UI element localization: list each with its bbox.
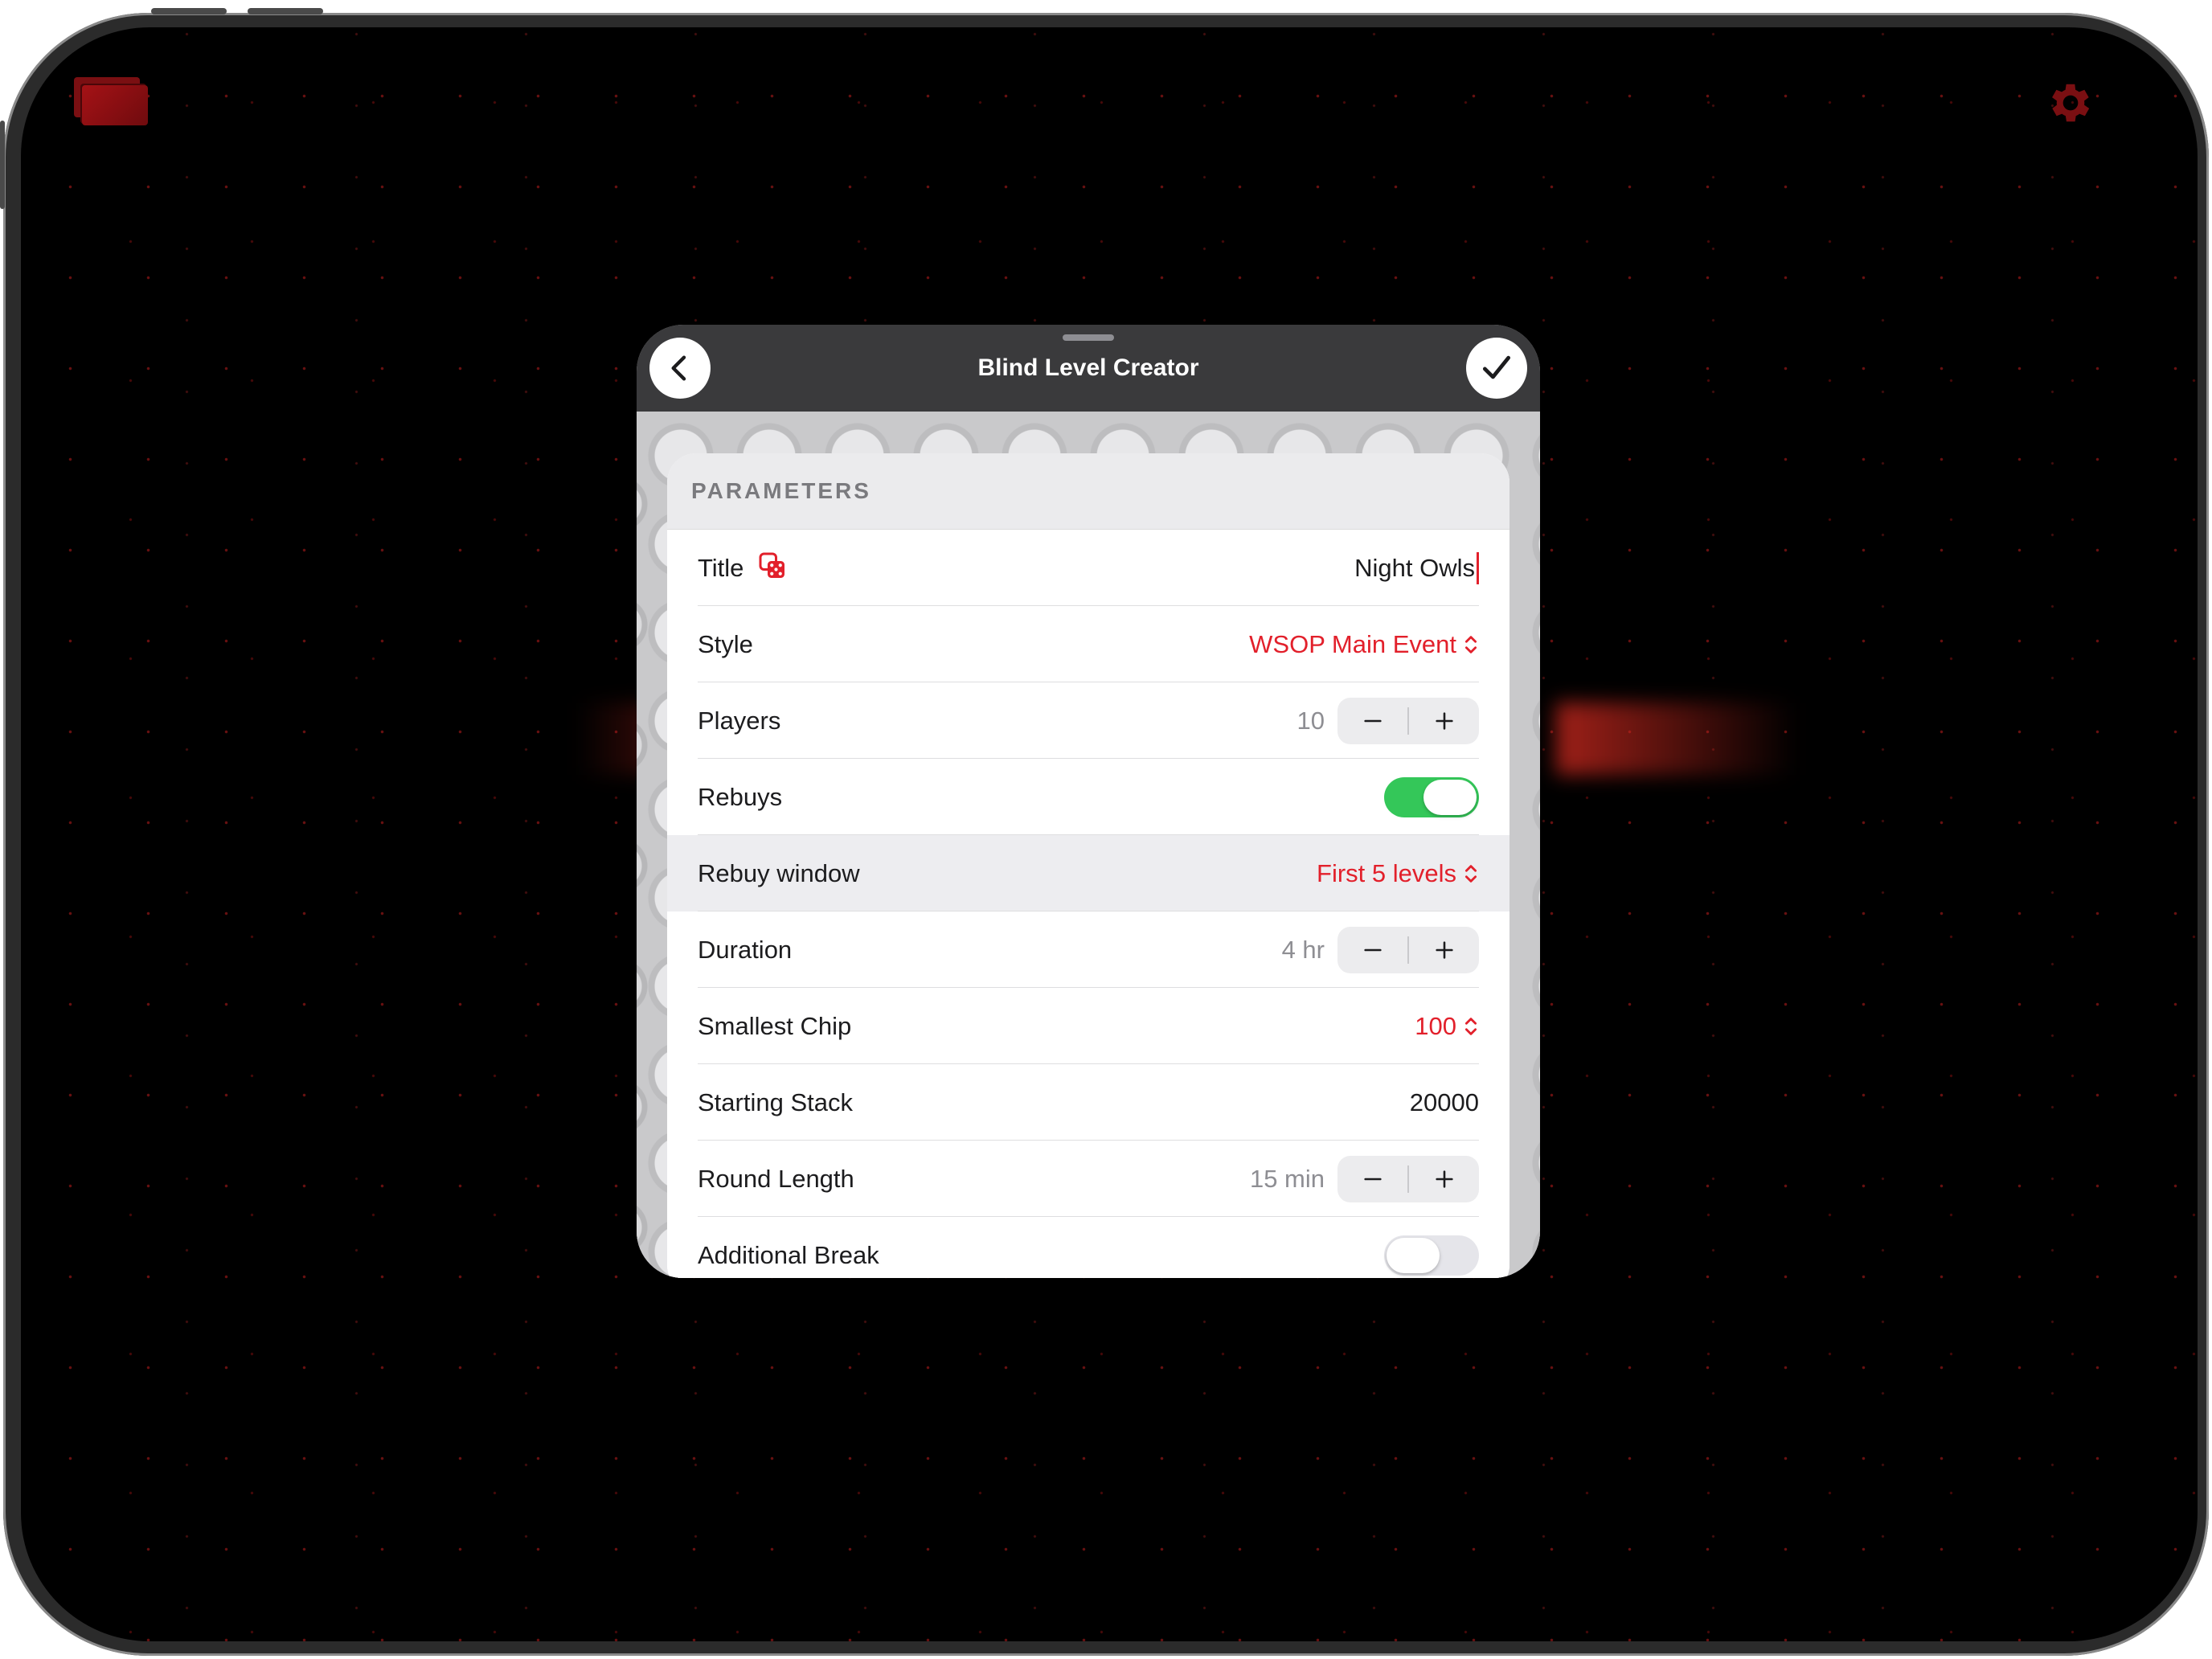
duration-value: 4 hr (1281, 935, 1325, 964)
gear-icon[interactable] (2045, 77, 2096, 129)
section-header: PARAMETERS (667, 453, 1509, 530)
back-button[interactable] (649, 338, 711, 399)
duration-decrement-button[interactable] (1337, 927, 1407, 973)
checkmark-icon (1482, 355, 1511, 379)
title-label: Title (698, 553, 744, 582)
additional-break-label: Additional Break (698, 1240, 879, 1269)
row-style[interactable]: Style WSOP Main Event (667, 606, 1509, 682)
chevron-up-down-icon (1464, 864, 1477, 883)
row-rebuy-window[interactable]: Rebuy window First 5 levels (667, 835, 1509, 911)
players-label: Players (698, 706, 781, 735)
rebuy-window-value: First 5 levels (1317, 858, 1456, 887)
rebuys-toggle[interactable] (1384, 776, 1479, 817)
players-decrement-button[interactable] (1337, 698, 1407, 744)
plus-icon (1435, 711, 1453, 730)
round-length-decrement-button[interactable] (1337, 1156, 1407, 1202)
smallest-chip-label: Smallest Chip (698, 1011, 852, 1040)
duration-increment-button[interactable] (1409, 927, 1479, 973)
duration-label: Duration (698, 935, 793, 964)
smallest-chip-picker[interactable]: 100 (1415, 1012, 1479, 1041)
row-rebuys: Rebuys (667, 759, 1509, 835)
rebuys-label: Rebuys (698, 782, 783, 811)
chevron-left-icon (671, 355, 686, 381)
row-duration: Duration 4 hr (667, 911, 1509, 988)
minus-icon (1363, 948, 1382, 951)
done-button[interactable] (1466, 338, 1527, 399)
players-increment-button[interactable] (1409, 698, 1479, 744)
cards-icon[interactable] (74, 77, 151, 129)
style-label: Style (698, 629, 753, 658)
style-value: WSOP Main Event (1249, 629, 1456, 658)
duration-stepper (1337, 926, 1479, 973)
round-length-stepper (1337, 1155, 1479, 1202)
chevron-up-down-icon (1464, 1017, 1477, 1035)
row-additional-break: Additional Break (667, 1217, 1509, 1278)
sheet-header: Blind Level Creator (637, 325, 1540, 412)
blind-level-creator-sheet: Blind Level Creator PARAMETERS Title Nig… (637, 325, 1540, 1278)
round-length-increment-button[interactable] (1409, 1156, 1479, 1202)
round-length-value: 15 min (1249, 1164, 1325, 1193)
title-input[interactable]: Night Owls (1354, 554, 1475, 583)
volume-down-button (248, 8, 323, 14)
row-starting-stack: Starting Stack 20000 (667, 1064, 1509, 1141)
rebuy-window-label: Rebuy window (698, 858, 860, 887)
row-title: Title Night Owls (667, 530, 1509, 606)
plus-icon (1435, 1169, 1453, 1188)
top-button (0, 121, 5, 209)
starting-stack-label: Starting Stack (698, 1088, 853, 1116)
plus-icon (1435, 940, 1453, 959)
minus-icon (1363, 1178, 1382, 1180)
text-caret (1477, 551, 1479, 584)
sheet-title: Blind Level Creator (977, 354, 1199, 381)
dice-icon[interactable] (758, 551, 787, 584)
parameters-card: PARAMETERS Title Night Owls Style WSOP M… (667, 453, 1509, 1278)
light-streak-right (1556, 703, 1797, 775)
round-length-label: Round Length (698, 1164, 854, 1193)
smallest-chip-value: 100 (1415, 1011, 1456, 1040)
players-value: 10 (1296, 706, 1325, 735)
starting-stack-value: 20000 (1409, 1088, 1479, 1116)
players-stepper (1337, 697, 1479, 744)
row-smallest-chip[interactable]: Smallest Chip 100 (667, 988, 1509, 1064)
style-picker[interactable]: WSOP Main Event (1249, 630, 1479, 659)
volume-up-button (151, 8, 227, 14)
rebuy-window-picker[interactable]: First 5 levels (1317, 859, 1479, 888)
minus-icon (1363, 719, 1382, 722)
chevron-up-down-icon (1464, 635, 1477, 653)
additional-break-toggle[interactable] (1384, 1235, 1479, 1276)
row-round-length: Round Length 15 min (667, 1141, 1509, 1217)
row-players: Players 10 (667, 682, 1509, 759)
